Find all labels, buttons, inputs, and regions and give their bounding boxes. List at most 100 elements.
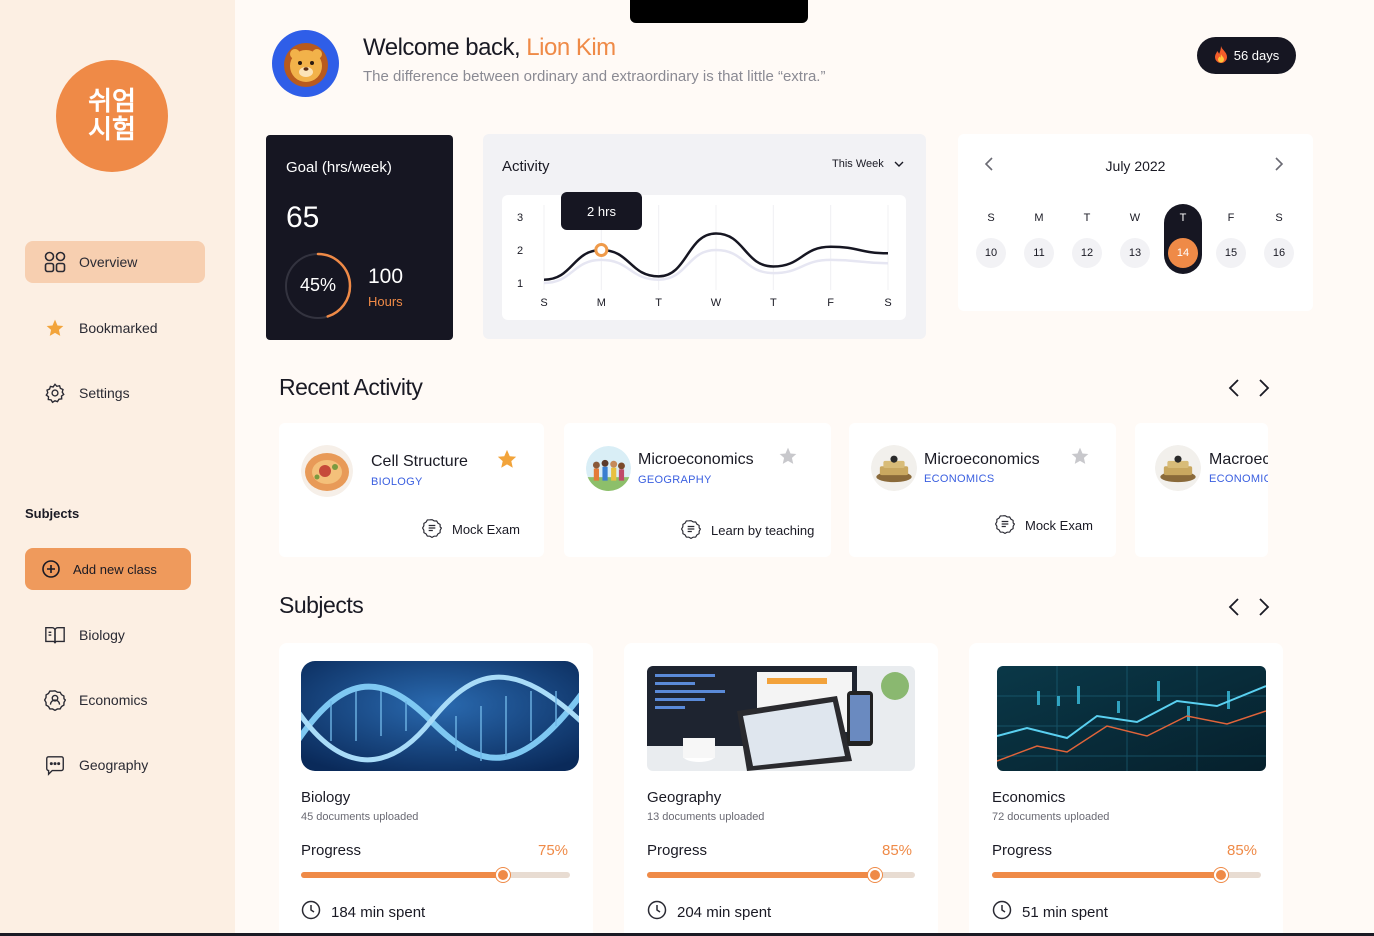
time-spent-label: 204 min spent [677,903,772,921]
document-badge-icon [421,518,443,541]
progress-label: Progress [992,842,1053,859]
subjects-heading: Subjects [25,506,80,521]
calendar-date[interactable]: 16 [1264,238,1294,268]
calendar-card: July 2022 S M T W T F S 10 11 12 13 14 15 16 [958,134,1313,311]
x-tick-label: T [770,297,777,309]
x-tick-label: S [884,297,891,309]
subjects-pager [1228,597,1270,622]
range-dropdown[interactable]: This Week [832,158,904,170]
activity-card-microeconomics-economics[interactable]: Microeconomics ECONOMICS Mock Exam [849,423,1116,557]
camera-notch [630,0,808,23]
calendar-date[interactable]: 11 [1024,238,1054,268]
calendar-date[interactable]: 10 [976,238,1006,268]
cell-thumbnail-icon [301,445,353,497]
subject-image [647,666,915,771]
activity-card-cell-structure[interactable]: Cell Structure BIOLOGY Mock Exam [279,423,544,557]
document-badge-icon [680,519,702,542]
weekday-label: W [1129,212,1141,224]
subject-card-economics[interactable]: Economics 72 documents uploaded Progress… [969,643,1283,936]
goal-card: Goal (hrs/week) 65 45% 100 Hours [266,135,453,340]
sidebar-item-label: Economics [79,692,148,708]
weekday-label: M [1034,212,1044,224]
progress-percent: 85% [1227,842,1258,859]
calendar-date[interactable]: 15 [1216,238,1246,268]
progress-bar-knob [495,868,510,882]
star-icon[interactable] [778,446,798,471]
goal-hours-label: Hours [368,294,403,309]
sidebar-item-geography[interactable]: Geography [25,744,205,786]
chevron-left-icon[interactable] [1228,378,1240,403]
range-label: This Week [832,158,884,170]
fire-icon [1214,45,1228,66]
progress-label: Progress [647,842,708,859]
lion-avatar-icon [283,42,328,87]
activity-subject: GEOGRAPHY [638,474,712,486]
activity-subject: ECONOMICS [924,473,995,485]
y-tick-label: 1 [517,278,523,290]
workspace-image [647,666,915,771]
activity-name: Cell Structure [371,453,468,470]
sidebar-item-economics[interactable]: Economics [25,679,205,721]
welcome-prefix: Welcome back, [363,34,521,61]
star-icon[interactable] [496,448,518,475]
progress-bar-fill [992,872,1221,878]
goal-percent: 45% [299,275,337,295]
person-badge-icon [43,688,67,712]
streak-badge[interactable]: 56 days [1197,37,1296,74]
chevron-left-icon[interactable] [1228,597,1240,622]
people-thumbnail-icon [586,446,631,491]
activity-card-microeconomics-geography[interactable]: Microeconomics GEOGRAPHY Learn by teachi… [564,423,831,557]
chevron-down-icon [894,158,904,170]
weekday-label: T [1083,212,1091,224]
progress-bar [992,868,1261,882]
clock-icon [647,900,667,924]
user-name: Lion Kim [526,34,616,61]
stock-chart-image [997,666,1266,771]
dna-image [301,661,579,771]
app-logo[interactable]: 쉬엄 시험 [56,60,168,172]
activity-type: Mock Exam [421,518,520,541]
sidebar-item-label: Bookmarked [79,320,158,336]
add-new-class-button[interactable]: Add new class [25,548,191,590]
highlight-point[interactable] [594,243,609,257]
goal-title: Goal (hrs/week) [286,159,392,176]
goal-value: 65 [286,201,320,234]
activity-title: Activity [502,158,550,175]
chat-icon [43,753,67,777]
chevron-right-icon[interactable] [1258,597,1270,622]
subject-name: Economics [992,789,1066,806]
time-spent: 204 min spent [647,900,771,924]
sidebar-item-biology[interactable]: Biology [25,614,205,656]
calendar-date[interactable]: 12 [1072,238,1102,268]
activity-type-label: Learn by teaching [711,523,815,538]
sidebar-item-label: Biology [79,627,125,643]
streak-days: 56 days [1233,48,1280,63]
x-tick-label: T [655,297,662,309]
subject-docs: 72 documents uploaded [992,811,1110,823]
document-badge-icon [994,514,1016,537]
calendar-date[interactable]: 14 [1168,238,1198,268]
avatar[interactable] [272,30,339,97]
sidebar-item-label: Overview [79,254,138,270]
sidebar-item-overview[interactable]: Overview [25,241,205,283]
money-thumbnail-icon [871,445,917,491]
calendar-date[interactable]: 13 [1120,238,1150,268]
chevron-right-icon[interactable] [1258,378,1270,403]
logo-line-2: 시험 [88,115,136,145]
sidebar-item-settings[interactable]: Settings [25,372,205,414]
gear-icon [43,381,67,405]
star-icon[interactable] [1070,446,1090,471]
clock-icon [301,900,321,924]
progress-bar-fill [301,872,503,878]
activity-type-label: Mock Exam [1025,518,1093,533]
chart-tooltip: 2 hrs [561,192,642,230]
subject-card-geography[interactable]: Geography 13 documents uploaded Progress… [624,643,938,936]
calendar-month: July 2022 [1105,158,1166,174]
subject-image [301,661,579,771]
subject-card-biology[interactable]: Biology 45 documents uploaded Progress 7… [279,643,593,936]
sidebar-item-bookmarked[interactable]: Bookmarked [25,307,205,349]
activity-card-macroeconomics[interactable]: Macroeconomics ECONOMICS [1135,423,1268,557]
sidebar: 쉬엄 시험 Overview Bookmarked Settings Subje… [0,0,235,936]
chevron-right-icon[interactable] [1274,156,1284,177]
y-tick-label: 2 [517,245,523,257]
